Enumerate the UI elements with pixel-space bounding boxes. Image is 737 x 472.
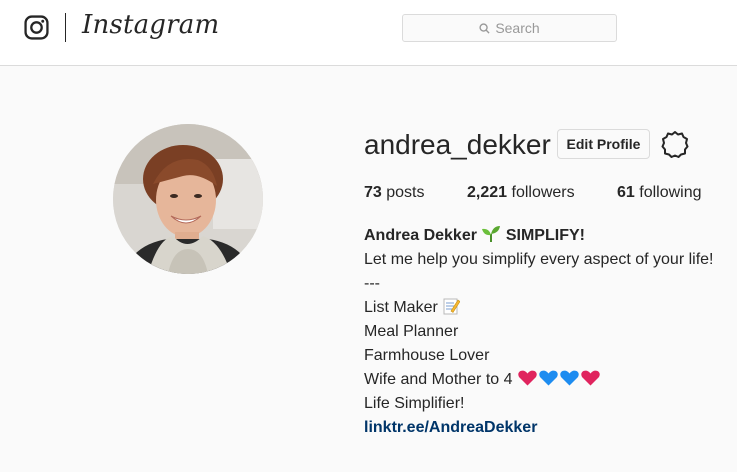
blue-heart-emoji bbox=[560, 370, 579, 386]
search-input[interactable]: Search bbox=[402, 14, 617, 42]
avatar-photo bbox=[113, 124, 263, 274]
hearts-emoji-row bbox=[518, 370, 600, 386]
followers-label: followers bbox=[511, 184, 575, 201]
followers-stat[interactable]: 2,221 followers bbox=[467, 184, 575, 202]
profile-avatar[interactable] bbox=[113, 124, 263, 274]
edit-profile-button[interactable]: Edit Profile bbox=[557, 129, 650, 159]
bio-line-3: List Maker bbox=[364, 296, 736, 320]
seedling-emoji bbox=[482, 226, 501, 243]
search-placeholder: Search bbox=[495, 20, 540, 36]
top-navigation-bar: Instagram Search bbox=[0, 0, 737, 66]
bio-line-6: Wife and Mother to 4 bbox=[364, 368, 736, 392]
followers-count: 2,221 bbox=[467, 184, 508, 201]
bio-line-6-text: Wife and Mother to 4 bbox=[364, 371, 513, 388]
posts-stat: 73 posts bbox=[364, 184, 425, 202]
bio-line-4: Meal Planner bbox=[364, 323, 459, 340]
red-heart-emoji bbox=[518, 370, 537, 386]
bio-line-3-text: List Maker bbox=[364, 299, 438, 316]
profile-username: andrea_dekker bbox=[364, 129, 551, 160]
header-divider bbox=[65, 13, 66, 42]
posts-label: posts bbox=[386, 184, 425, 201]
profile-bio: Andrea Dekker SIMPLIFY! Let me help you … bbox=[364, 224, 736, 440]
posts-count: 73 bbox=[364, 184, 382, 201]
following-count: 61 bbox=[617, 184, 635, 201]
memo-emoji bbox=[443, 298, 461, 315]
bio-line-1: Let me help you simplify every aspect of… bbox=[364, 251, 714, 268]
bio-name-line: Andrea Dekker SIMPLIFY! bbox=[364, 224, 736, 248]
blue-heart-emoji bbox=[539, 370, 558, 386]
search-icon bbox=[479, 22, 490, 34]
bio-website-link[interactable]: linktr.ee/AndreaDekker bbox=[364, 416, 736, 440]
bio-line-5: Farmhouse Lover bbox=[364, 347, 490, 364]
bio-line-7: Life Simplifier! bbox=[364, 395, 465, 412]
following-stat[interactable]: 61 following bbox=[617, 184, 702, 202]
instagram-camera-icon[interactable] bbox=[24, 15, 49, 40]
red-heart-emoji bbox=[581, 370, 600, 386]
following-label: following bbox=[639, 184, 702, 201]
settings-gear-icon[interactable] bbox=[661, 130, 689, 158]
bio-line-2: --- bbox=[364, 275, 380, 292]
instagram-wordmark-logo[interactable]: Instagram bbox=[82, 10, 219, 40]
bio-display-name: Andrea Dekker bbox=[364, 227, 477, 244]
bio-name-suffix: SIMPLIFY! bbox=[505, 227, 585, 244]
